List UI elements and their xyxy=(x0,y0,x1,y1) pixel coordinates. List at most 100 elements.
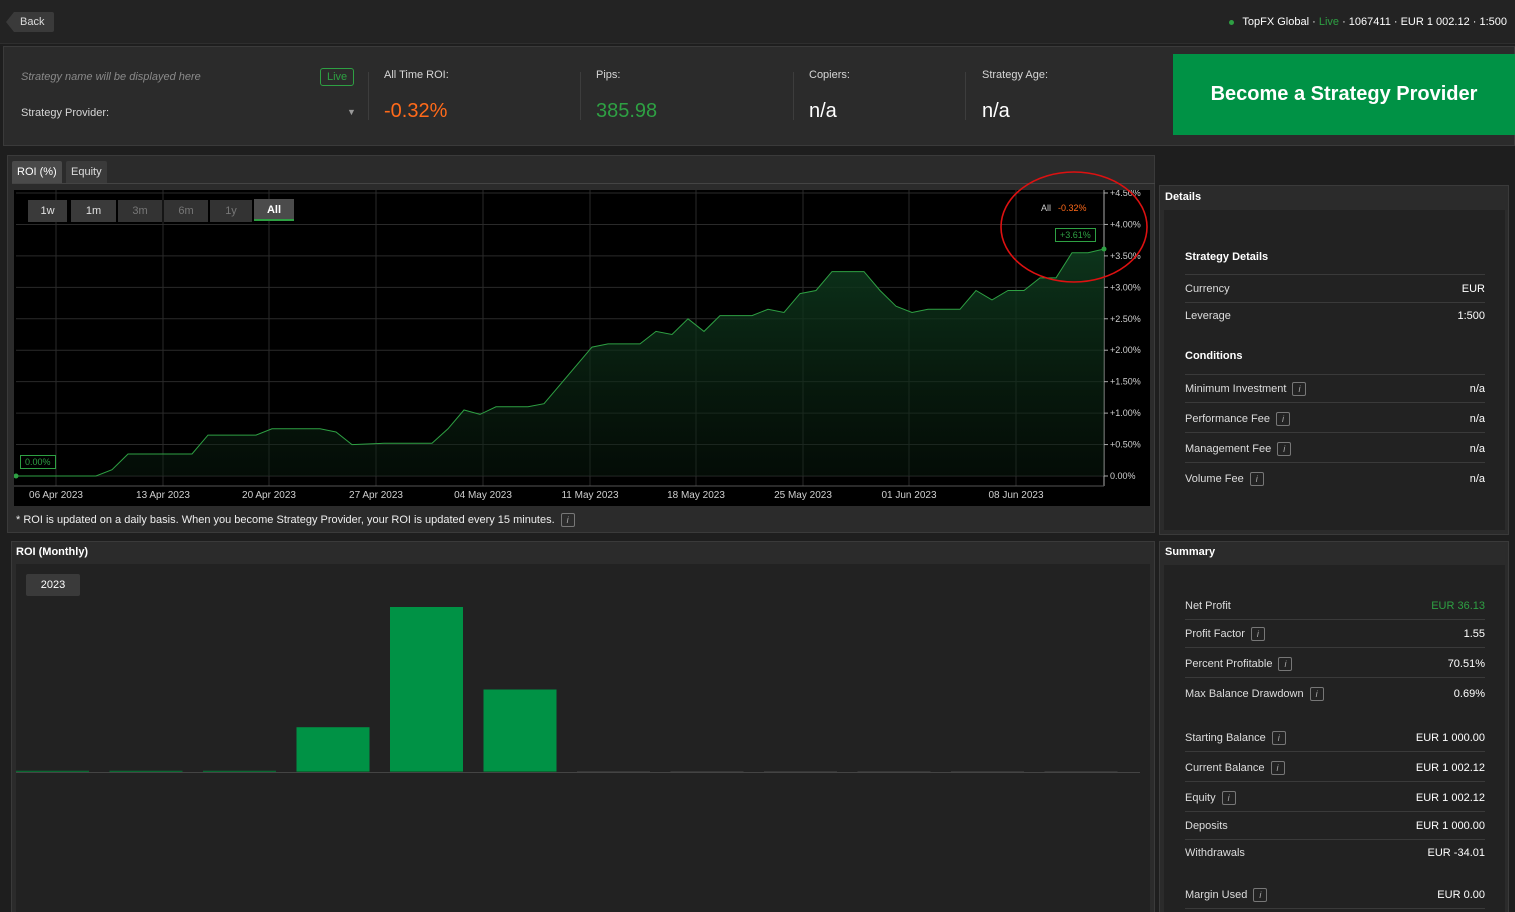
monthly-bar[interactable] xyxy=(296,727,370,772)
summary-title: Summary xyxy=(1165,546,1216,558)
y-tick-label: +1.00% xyxy=(1110,408,1141,418)
stat-value: n/a xyxy=(1469,473,1485,485)
back-button[interactable]: Back xyxy=(6,12,55,32)
stat-row: Deposits EUR 1 000.00 xyxy=(1185,812,1485,840)
row-divider xyxy=(1185,432,1485,433)
info-icon[interactable]: i xyxy=(1249,472,1264,486)
info-icon[interactable]: i xyxy=(1278,657,1293,671)
stat-label-text: Leverage xyxy=(1185,310,1231,322)
stat-value: n/a xyxy=(1469,443,1485,455)
stat-label-text: Volume Fee xyxy=(1185,473,1244,485)
pips-label: Pips: xyxy=(596,69,621,81)
summary-rows: Net Profit EUR 36.13 Profit Factor i 1.55 Per… xyxy=(1185,592,1485,912)
stat-label: Percent Profitable i xyxy=(1185,657,1293,671)
copiers-value: n/a xyxy=(809,100,837,122)
y-tick-label: +0.50% xyxy=(1110,440,1141,450)
row-divider xyxy=(1185,647,1485,648)
y-tick-label: +2.50% xyxy=(1110,314,1141,324)
stat-label: Minimum Investment i xyxy=(1185,382,1307,396)
monthly-roi-title: ROI (Monthly) xyxy=(16,546,89,558)
y-tick-label: +1.50% xyxy=(1110,377,1141,387)
info-icon[interactable]: i xyxy=(1221,791,1236,805)
tab-equity[interactable]: Equity xyxy=(66,161,107,183)
stat-row: Max Balance Drawdown i 0.69% xyxy=(1185,680,1485,708)
stat-row: Net Profit EUR 36.13 xyxy=(1185,592,1485,620)
info-icon[interactable]: i xyxy=(1271,731,1286,745)
range-3m-button[interactable]: 3m xyxy=(118,200,162,222)
stat-value: 1.55 xyxy=(1463,628,1485,640)
range-1w-button[interactable]: 1w xyxy=(28,200,67,222)
stat-value: EUR 1 000.00 xyxy=(1415,732,1485,744)
range-1y-button[interactable]: 1y xyxy=(210,200,252,222)
year-selector[interactable]: 2023 xyxy=(26,574,80,596)
stat-label-text: Current Balance xyxy=(1185,762,1265,774)
info-icon[interactable]: i xyxy=(560,513,575,527)
info-icon[interactable]: i xyxy=(1253,888,1268,902)
row-divider xyxy=(1185,677,1485,678)
row-divider xyxy=(1185,908,1485,909)
stat-value: 0.69% xyxy=(1453,688,1485,700)
provider-dropdown-chevron-icon[interactable]: ▼ xyxy=(347,107,356,117)
stat-label-text: Margin Used xyxy=(1185,889,1248,901)
divider xyxy=(1185,374,1485,375)
tab-roi[interactable]: ROI (%) xyxy=(12,161,62,183)
stat-value: 70.51% xyxy=(1447,658,1485,670)
highlight-circle xyxy=(1000,171,1148,283)
stat-label: Volume Fee i xyxy=(1185,472,1264,486)
all-time-roi-label: All Time ROI: xyxy=(384,69,449,81)
stat-value: EUR xyxy=(1461,283,1485,295)
broker-name: TopFX Global xyxy=(1242,16,1310,28)
x-tick-label: 04 May 2023 xyxy=(454,490,512,501)
stat-label: Max Balance Drawdown i xyxy=(1185,687,1324,701)
x-tick-label: 01 Jun 2023 xyxy=(881,490,936,501)
info-icon[interactable]: i xyxy=(1277,442,1292,456)
row-divider xyxy=(1185,781,1485,782)
info-icon[interactable]: i xyxy=(1250,627,1265,641)
stat-row: Equity i EUR 1 002.12 xyxy=(1185,784,1485,812)
stat-label-text: Equity xyxy=(1185,792,1216,804)
stat-label: Withdrawals xyxy=(1185,847,1245,859)
monthly-roi-svg xyxy=(16,607,1140,773)
stat-label: Margin Used i xyxy=(1185,888,1268,902)
range-6m-button[interactable]: 6m xyxy=(164,200,208,222)
x-tick-label: 06 Apr 2023 xyxy=(29,490,83,501)
roi-footnote-text: * ROI is updated on a daily basis. When … xyxy=(16,513,555,526)
become-strategy-provider-button[interactable]: Become a Strategy Provider xyxy=(1173,54,1515,135)
divider xyxy=(580,72,581,120)
stat-value: EUR 1 000.00 xyxy=(1415,820,1485,832)
y-tick-label: +2.00% xyxy=(1110,345,1141,355)
start-roi-badge: 0.00% xyxy=(20,455,56,469)
strategy-name-placeholder[interactable]: Strategy name will be displayed here xyxy=(21,71,201,83)
x-tick-label: 18 May 2023 xyxy=(667,490,725,501)
details-rows: Currency EUR Leverage 1:500 Minimum Investme… xyxy=(1185,275,1485,535)
stat-row: Performance Fee i n/a xyxy=(1185,405,1485,433)
start-point xyxy=(14,473,19,479)
stat-value: EUR 36.13 xyxy=(1431,600,1485,612)
info-icon[interactable]: i xyxy=(1292,382,1307,396)
info-icon[interactable]: i xyxy=(1270,761,1285,775)
stat-row: Currency EUR xyxy=(1185,275,1485,303)
monthly-bar[interactable] xyxy=(483,689,557,773)
stat-label-text: Performance Fee xyxy=(1185,413,1270,425)
stat-label-text: Percent Profitable xyxy=(1185,658,1273,670)
x-tick-label: 08 Jun 2023 xyxy=(988,490,1043,501)
roi-chart[interactable]: +4.50% +4.00% +3.50% +3.00% +2.50% +2.00% +1.5… xyxy=(14,190,1150,506)
stat-value: EUR 0.00 xyxy=(1437,889,1485,901)
info-icon[interactable]: i xyxy=(1275,412,1290,426)
info-icon[interactable]: i xyxy=(1309,687,1324,701)
stat-value: EUR 1 002.12 xyxy=(1415,762,1485,774)
range-all-button[interactable]: All xyxy=(254,199,294,221)
account-details: · 1067411 · EUR 1 002.12 · 1:500 xyxy=(1339,16,1507,28)
stat-row: Minimum Investment i n/a xyxy=(1185,375,1485,403)
stat-row: Management Fee i n/a xyxy=(1185,435,1485,463)
x-tick-label: 25 May 2023 xyxy=(774,490,832,501)
range-1m-button[interactable]: 1m xyxy=(71,200,116,222)
monthly-roi-chart xyxy=(16,564,1150,912)
stat-label-text: Max Balance Drawdown xyxy=(1185,688,1304,700)
account-status: Live xyxy=(1318,16,1340,28)
all-time-roi-value: -0.32% xyxy=(384,100,448,122)
monthly-bar[interactable] xyxy=(390,607,463,772)
stat-value: 1:500 xyxy=(1457,310,1485,322)
roi-footnote: * ROI is updated on a daily basis. When … xyxy=(16,513,575,527)
strategy-age-value: n/a xyxy=(982,100,1010,122)
